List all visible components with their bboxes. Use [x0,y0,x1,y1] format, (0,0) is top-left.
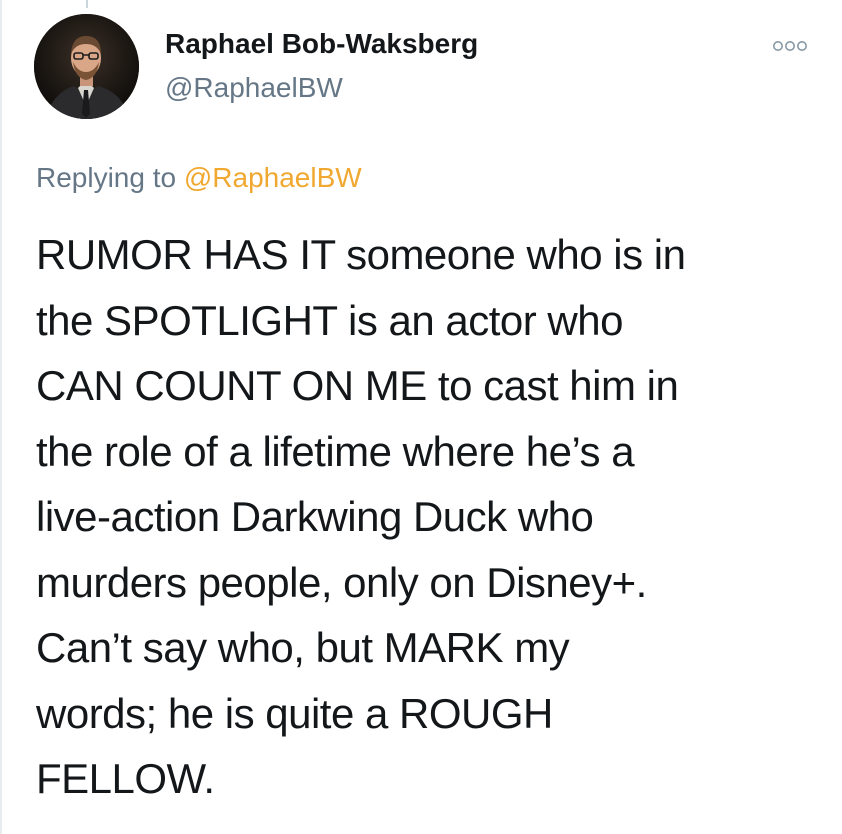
avatar[interactable] [34,14,139,119]
tweet-text: RUMOR HAS IT someone who is in the SPOTL… [36,231,686,802]
author-handle[interactable]: @RaphaelBW [165,72,343,104]
replying-to-label: Replying to [36,162,184,193]
replying-to: Replying to @RaphaelBW [36,162,362,194]
author-name[interactable]: Raphael Bob-Waksberg [165,28,478,60]
left-border [0,0,2,834]
more-options-icon [773,41,807,51]
more-options-button[interactable] [770,36,810,56]
profile-photo-icon [34,14,139,119]
thread-connector-line [86,0,88,8]
replying-to-link[interactable]: @RaphaelBW [184,162,362,193]
